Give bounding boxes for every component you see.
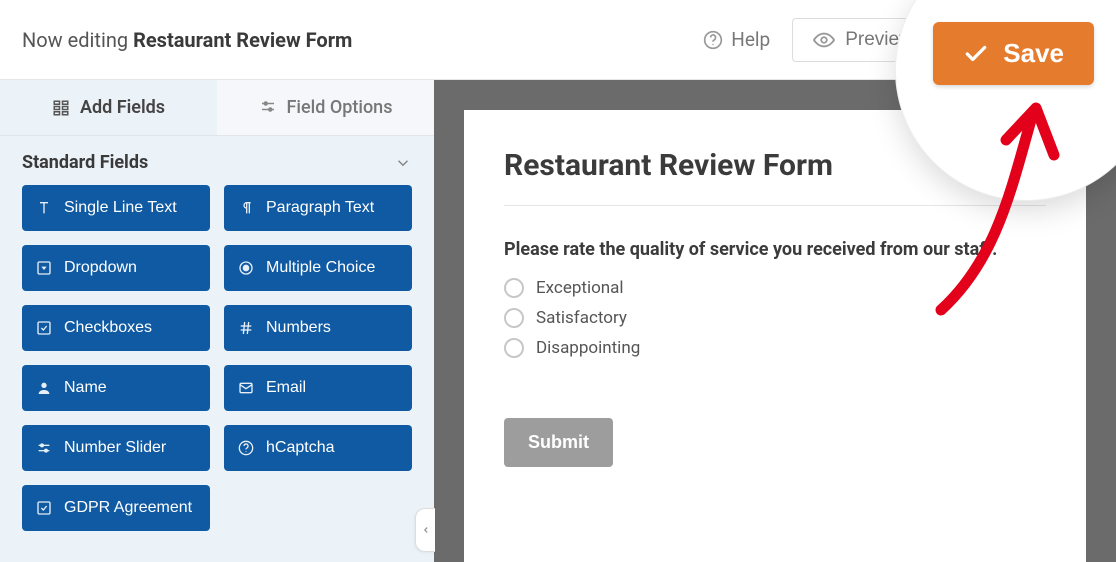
collapse-sidebar-handle[interactable] xyxy=(415,508,435,552)
check-icon xyxy=(963,41,989,67)
field-dropdown[interactable]: Dropdown xyxy=(22,245,210,291)
field-numbers[interactable]: Numbers xyxy=(224,305,412,351)
field-hcaptcha[interactable]: hCaptcha xyxy=(224,425,412,471)
radio-dot-icon xyxy=(504,308,524,328)
radio-label: Disappointing xyxy=(536,338,640,358)
help-link[interactable]: Help xyxy=(703,28,770,51)
form-name: Restaurant Review Form xyxy=(133,28,352,52)
field-email[interactable]: Email xyxy=(224,365,412,411)
eye-icon xyxy=(813,29,835,51)
tab-add-fields-label: Add Fields xyxy=(80,97,165,118)
section-standard-fields[interactable]: Standard Fields xyxy=(0,136,434,185)
field-label: Multiple Choice xyxy=(266,259,375,277)
field-label: hCaptcha xyxy=(266,439,335,457)
field-name[interactable]: Name xyxy=(22,365,210,411)
user-icon xyxy=(36,380,52,396)
tab-field-options[interactable]: Field Options xyxy=(217,80,434,135)
field-label: GDPR Agreement xyxy=(64,499,192,517)
field-label: Numbers xyxy=(266,319,331,337)
sidebar-tabs: Add Fields Field Options xyxy=(0,80,434,136)
mail-icon xyxy=(238,380,254,396)
radio-dot-icon xyxy=(504,278,524,298)
field-multiple-choice[interactable]: Multiple Choice xyxy=(224,245,412,291)
field-label: Paragraph Text xyxy=(266,199,374,217)
sliders-icon xyxy=(259,99,277,117)
question-label: Please rate the quality of service you r… xyxy=(504,238,1046,262)
help-icon xyxy=(238,440,254,456)
field-gdpr-agreement[interactable]: GDPR Agreement xyxy=(22,485,210,531)
submit-button[interactable]: Submit xyxy=(504,418,613,467)
radio-label: Exceptional xyxy=(536,278,624,298)
text-icon xyxy=(36,200,52,216)
sidebar: Add Fields Field Options Standard Fields… xyxy=(0,80,434,562)
field-checkboxes[interactable]: Checkboxes xyxy=(22,305,210,351)
caret-icon xyxy=(36,260,52,276)
paragraph-icon xyxy=(238,200,254,216)
tab-add-fields[interactable]: Add Fields xyxy=(0,80,217,135)
chevron-down-icon xyxy=(394,154,412,172)
checkbox-icon xyxy=(36,500,52,516)
radio-label: Satisfactory xyxy=(536,308,627,328)
field-label: Name xyxy=(64,379,107,397)
grid-icon xyxy=(52,99,70,117)
section-title: Standard Fields xyxy=(22,152,148,173)
radio-option[interactable]: Satisfactory xyxy=(504,308,1046,328)
field-label: Single Line Text xyxy=(64,199,177,217)
field-single-line-text[interactable]: Single Line Text xyxy=(22,185,210,231)
help-label: Help xyxy=(731,28,770,51)
field-label: Dropdown xyxy=(64,259,137,277)
radio-group: Exceptional Satisfactory Disappointing xyxy=(504,278,1046,358)
editing-prefix: Now editing xyxy=(22,28,128,52)
submit-label: Submit xyxy=(528,432,589,452)
help-icon xyxy=(703,30,723,50)
field-label: Checkboxes xyxy=(64,319,152,337)
tab-field-options-label: Field Options xyxy=(287,97,393,118)
checkbox-icon xyxy=(36,320,52,336)
radio-option[interactable]: Disappointing xyxy=(504,338,1046,358)
radio-dot-icon xyxy=(504,338,524,358)
field-label: Email xyxy=(266,379,306,397)
save-button[interactable]: Save xyxy=(933,22,1094,85)
radio-icon xyxy=(238,260,254,276)
field-label: Number Slider xyxy=(64,439,166,457)
radio-option[interactable]: Exceptional xyxy=(504,278,1046,298)
save-label: Save xyxy=(1003,38,1064,69)
field-paragraph-text[interactable]: Paragraph Text xyxy=(224,185,412,231)
sliders-icon xyxy=(36,440,52,456)
fields-grid: Single Line Text Paragraph Text Dropdown… xyxy=(0,185,434,551)
hash-icon xyxy=(238,320,254,336)
field-number-slider[interactable]: Number Slider xyxy=(22,425,210,471)
editing-label: Now editing Restaurant Review Form xyxy=(22,28,352,52)
